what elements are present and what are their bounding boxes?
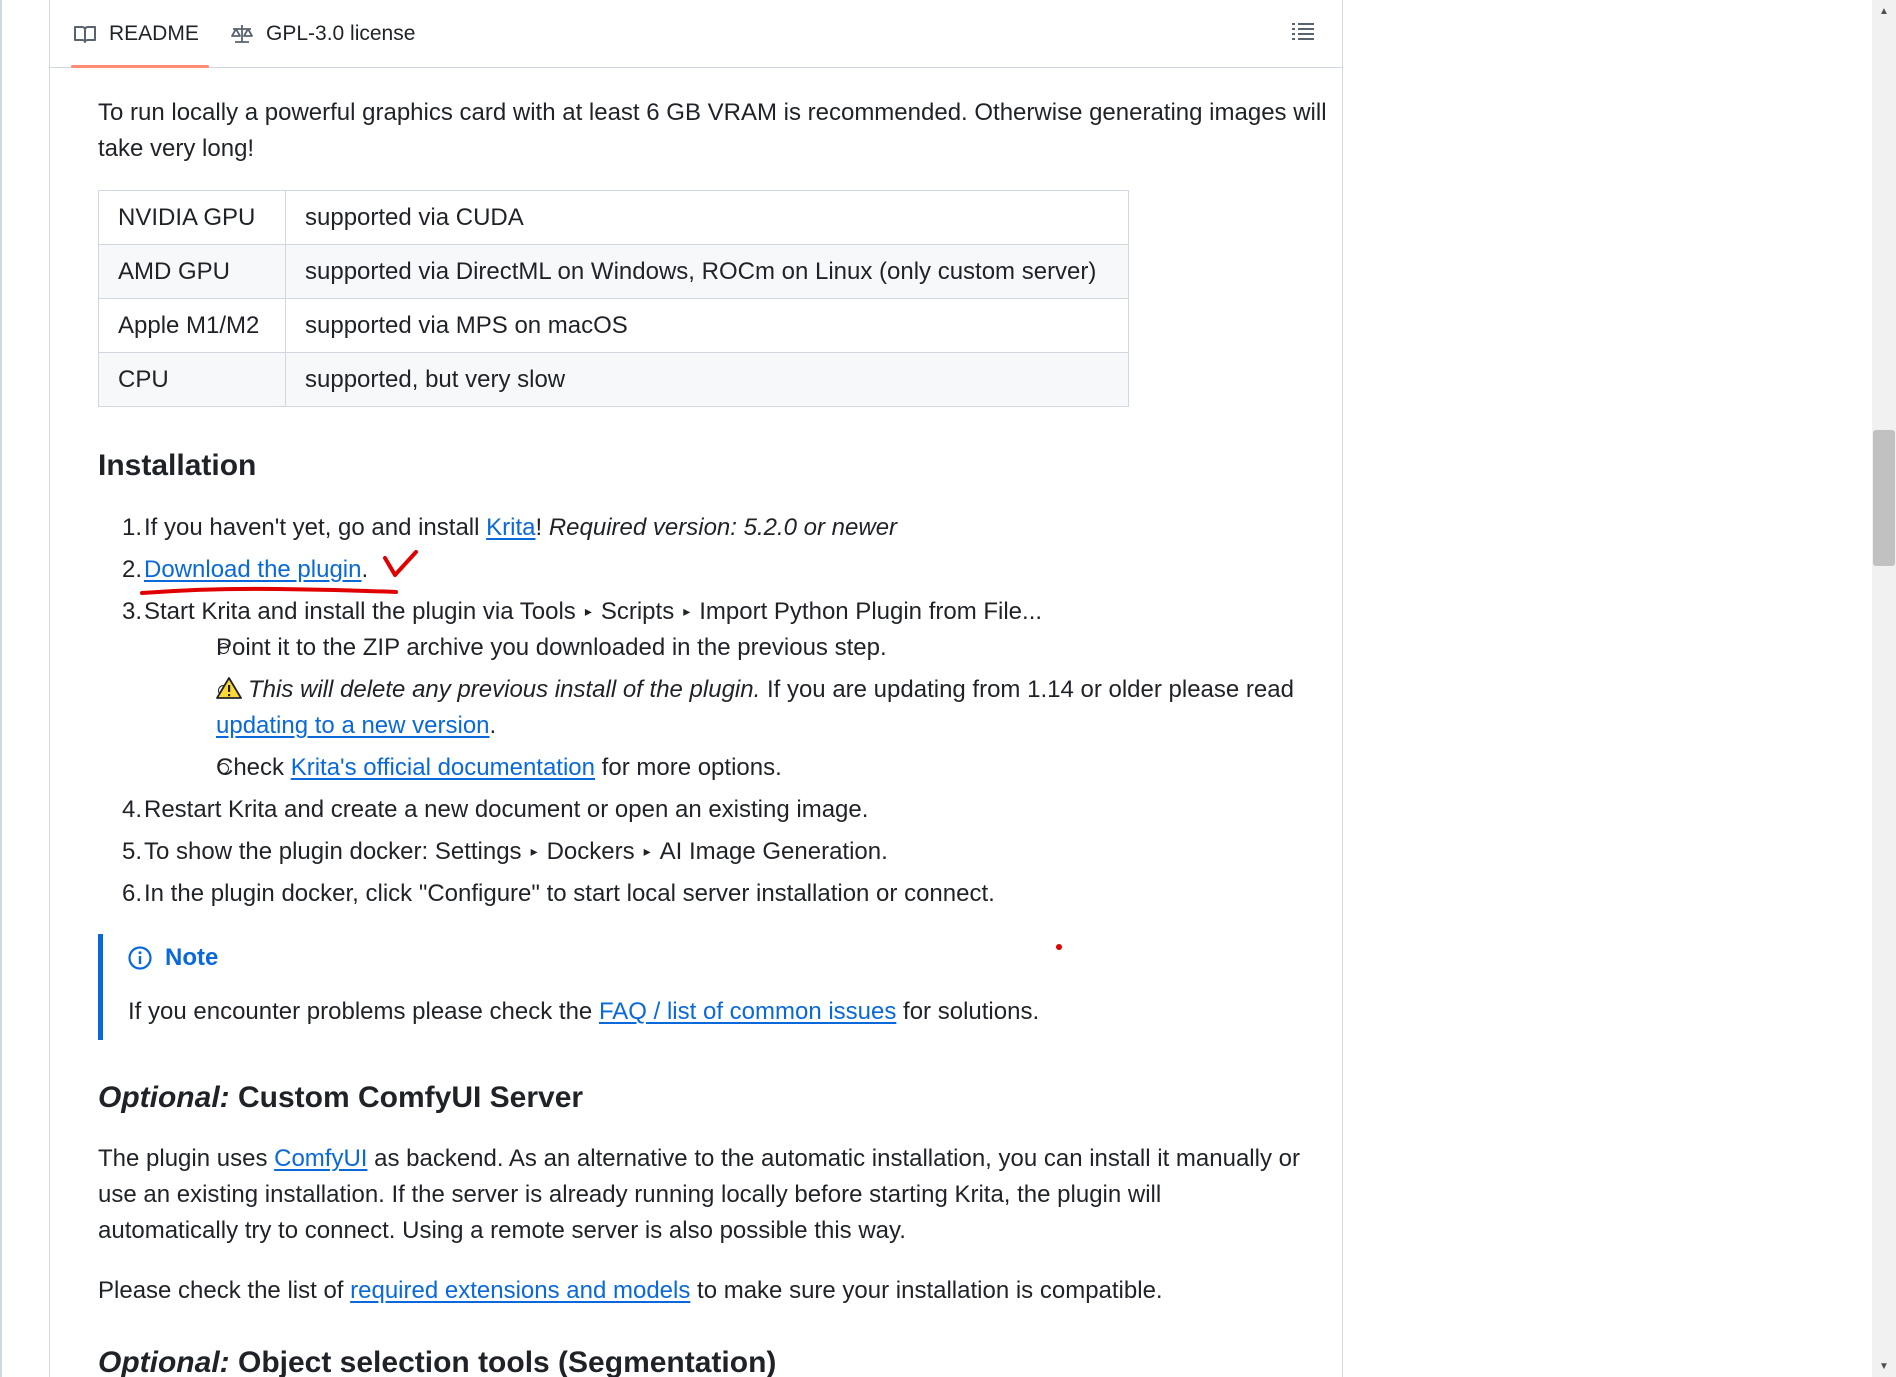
table-cell-support: supported via MPS on macOS	[285, 298, 1129, 353]
law-scale-icon	[230, 23, 254, 45]
table-cell-support: supported via CUDA	[285, 190, 1129, 245]
tab-readme[interactable]: README	[71, 0, 209, 68]
tab-readme-label: README	[109, 21, 199, 45]
list-item-step-6: 6.In the plugin docker, click "Configure…	[122, 880, 995, 907]
tab-license[interactable]: GPL-3.0 license	[230, 0, 415, 67]
table-cell-support: supported via DirectML on Windows, ROCm …	[285, 244, 1129, 299]
list-item-step-3-sub-2: This will delete any previous install of…	[216, 672, 1294, 711]
scroll-down-icon[interactable]: ▼	[1872, 1355, 1896, 1377]
table-cell-device: CPU	[98, 352, 286, 407]
list-item-step-3: 3.Start Krita and install the plugin via…	[122, 598, 1043, 625]
updating-link[interactable]: updating to a new version	[216, 712, 490, 739]
comfyui-link[interactable]: ComfyUI	[274, 1145, 367, 1172]
page-scrollbar[interactable]: ▲ ▼	[1872, 0, 1896, 1377]
faq-link[interactable]: FAQ / list of common issues	[599, 998, 896, 1025]
krita-link[interactable]: Krita	[486, 514, 535, 541]
table-cell-device: NVIDIA GPU	[98, 190, 286, 245]
table-row: Apple M1/M2 supported via MPS on macOS	[98, 298, 1129, 353]
readme-tabbar: README GPL-3.0 license	[50, 0, 1342, 68]
menu-arrow: ▸	[530, 843, 538, 859]
window-left-edge	[0, 0, 2, 1377]
extensions-para: Please check the list of required extens…	[98, 1277, 1163, 1304]
list-item-step-3-sub-1: Point it to the ZIP archive you download…	[216, 634, 887, 661]
custom-server-para-line-1: The plugin uses ComfyUI as backend. As a…	[98, 1145, 1300, 1172]
list-unordered-icon	[1291, 21, 1315, 46]
tab-license-label: GPL-3.0 license	[266, 21, 416, 45]
krita-docs-link[interactable]: Krita's official documentation	[291, 754, 595, 781]
menu-arrow: ▸	[683, 603, 691, 619]
table-cell-device: Apple M1/M2	[98, 298, 286, 353]
list-item-step-4: 4.Restart Krita and create a new documen…	[122, 796, 869, 823]
book-icon	[73, 24, 97, 44]
menu-arrow: ▸	[643, 843, 651, 859]
note-callout: Note If you encounter problems please ch…	[98, 934, 1303, 1040]
scroll-up-icon[interactable]: ▲	[1872, 0, 1896, 22]
segmentation-heading: Optional: Object selection tools (Segmen…	[98, 1346, 777, 1377]
readme-panel: README GPL-3.0 license To run locally a …	[49, 0, 1343, 1377]
note-text: If you encounter problems please check t…	[128, 998, 1040, 1025]
installation-heading: Installation	[98, 449, 257, 482]
custom-server-para-line-3: automatically try to connect. Using a re…	[98, 1217, 906, 1244]
table-row: AMD GPU supported via DirectML on Window…	[98, 244, 1129, 299]
list-item-step-3-sub-2-cont: updating to a new version.	[216, 712, 497, 739]
required-extensions-link[interactable]: required extensions and models	[350, 1277, 690, 1304]
download-plugin-link[interactable]: Download the plugin	[144, 556, 362, 583]
custom-server-para-line-2: use an existing installation. If the ser…	[98, 1181, 1162, 1208]
hardware-intro: To run locally a powerful graphics card …	[98, 99, 1327, 162]
list-item-step-2: 2.Download the plugin.	[122, 556, 369, 583]
hardware-support-table: NVIDIA GPU supported via CUDA AMD GPU su…	[98, 190, 1129, 407]
note-title: Note	[127, 940, 218, 976]
table-row: CPU supported, but very slow	[98, 352, 1129, 407]
info-icon	[127, 945, 153, 971]
table-cell-device: AMD GPU	[98, 244, 286, 299]
table-cell-support: supported, but very slow	[285, 352, 1129, 407]
list-item-step-5: 5.To show the plugin docker: Settings ▸ Do…	[122, 838, 888, 865]
list-item-step-3-sub-3: Check Krita's official documentation for…	[216, 754, 782, 781]
warning-icon	[216, 675, 242, 711]
menu-arrow: ▸	[584, 603, 592, 619]
outline-toc-button[interactable]	[1288, 18, 1318, 48]
scroll-thumb[interactable]	[1873, 430, 1895, 566]
custom-server-heading: Optional: Custom ComfyUI Server	[98, 1081, 584, 1114]
table-row: NVIDIA GPU supported via CUDA	[98, 190, 1129, 245]
list-item-step-1: 1.If you haven't yet, go and install Kri…	[122, 514, 898, 541]
